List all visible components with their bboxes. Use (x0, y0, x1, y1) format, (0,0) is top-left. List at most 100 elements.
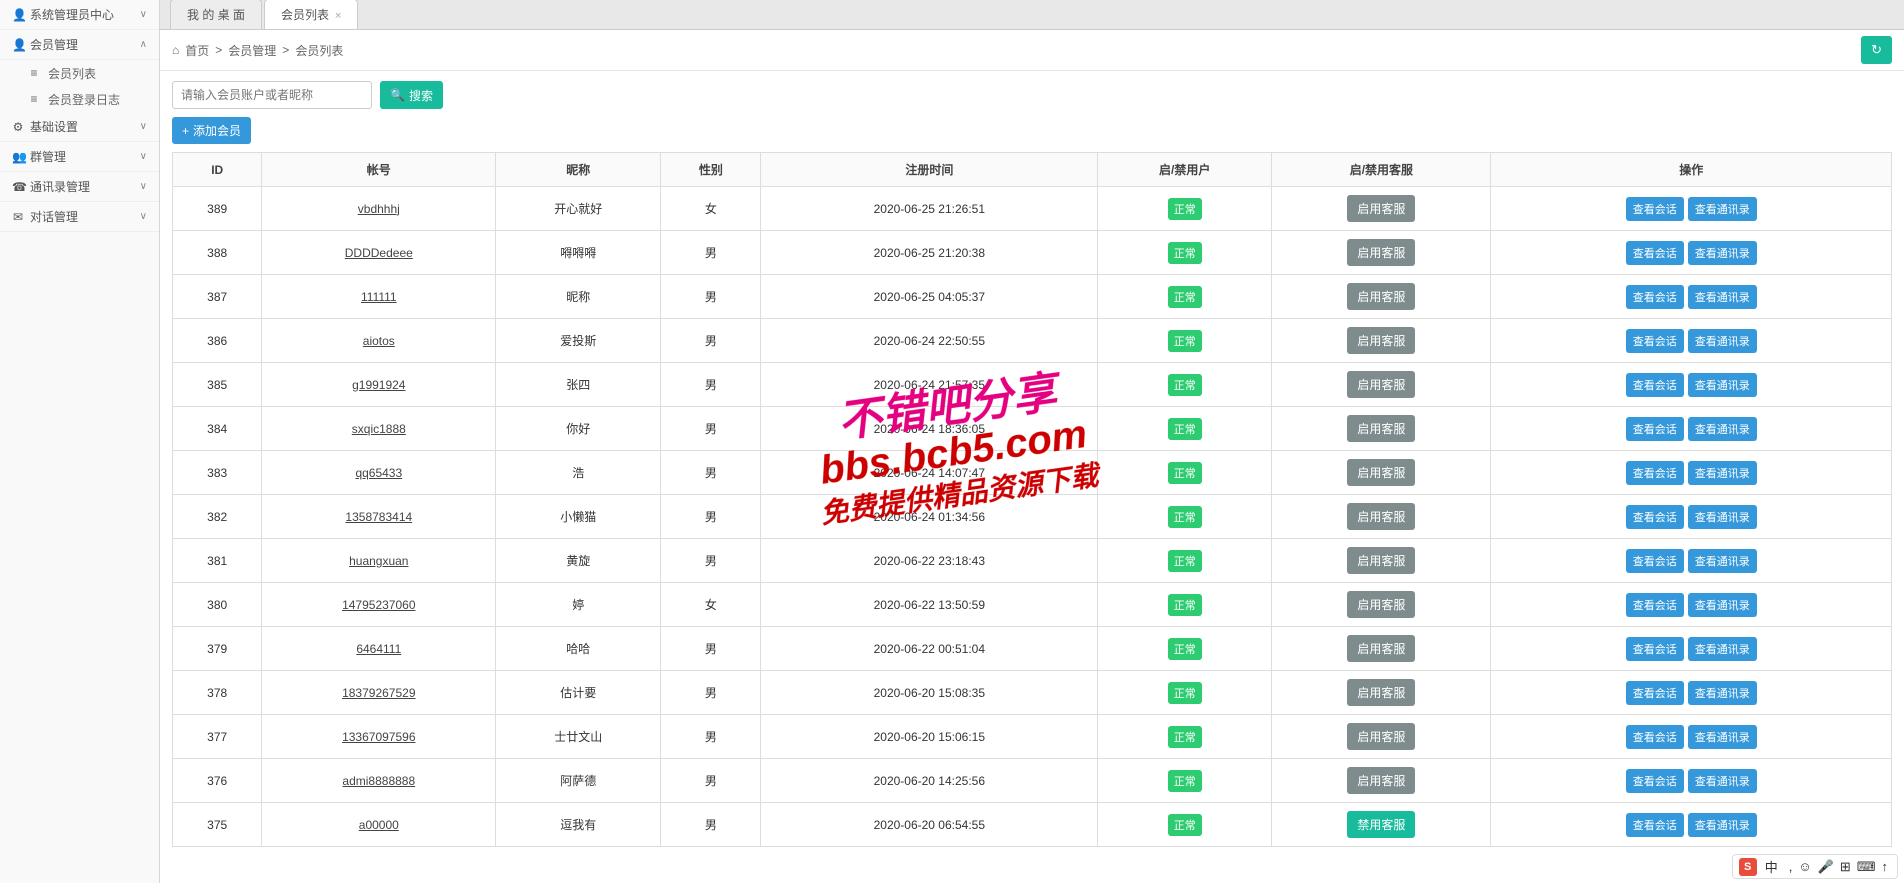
toggle-cs-button[interactable]: 启用客服 (1347, 635, 1415, 662)
view-chat-button[interactable]: 查看会话 (1626, 637, 1684, 661)
view-chat-button[interactable]: 查看会话 (1626, 593, 1684, 617)
ime-toolbar[interactable]: S 中 , ☺ 🎤 ⊞ ⌨ ↑ (1732, 854, 1898, 879)
status-badge[interactable]: 正常 (1168, 594, 1202, 616)
toggle-cs-button[interactable]: 启用客服 (1347, 767, 1415, 794)
view-contacts-button[interactable]: 查看通讯录 (1688, 285, 1757, 309)
view-contacts-button[interactable]: 查看通讯录 (1688, 769, 1757, 793)
sidebar-item-0[interactable]: 👤系统管理员中心∨ (0, 0, 159, 30)
ime-item[interactable]: 🎤 (1818, 859, 1834, 874)
ime-item[interactable]: ☺ (1798, 859, 1811, 874)
view-chat-button[interactable]: 查看会话 (1626, 769, 1684, 793)
view-chat-button[interactable]: 查看会话 (1626, 505, 1684, 529)
breadcrumb-1[interactable]: 会员管理 (228, 42, 276, 59)
toggle-cs-button[interactable]: 启用客服 (1347, 679, 1415, 706)
ime-lang[interactable]: 中 (1765, 857, 1778, 876)
account-link[interactable]: 6464111 (356, 642, 401, 656)
view-contacts-button[interactable]: 查看通讯录 (1688, 681, 1757, 705)
account-link[interactable]: DDDDedeee (345, 246, 413, 260)
account-link[interactable]: 111111 (361, 290, 397, 304)
toggle-cs-button[interactable]: 启用客服 (1347, 195, 1415, 222)
sidebar-sub-1-1[interactable]: ≡会员登录日志 (0, 86, 159, 112)
tab-member-list[interactable]: 会员列表× (264, 0, 358, 29)
view-contacts-button[interactable]: 查看通讯录 (1688, 417, 1757, 441)
toggle-cs-button[interactable]: 启用客服 (1347, 415, 1415, 442)
status-badge[interactable]: 正常 (1168, 418, 1202, 440)
status-badge[interactable]: 正常 (1168, 198, 1202, 220)
view-contacts-button[interactable]: 查看通讯录 (1688, 505, 1757, 529)
toggle-cs-button[interactable]: 启用客服 (1347, 459, 1415, 486)
account-link[interactable]: 18379267529 (342, 686, 415, 700)
account-link[interactable]: sxqic1888 (352, 422, 406, 436)
account-link[interactable]: admi8888888 (342, 774, 415, 788)
ime-brand-icon[interactable]: S (1739, 858, 1757, 876)
search-button[interactable]: 🔍搜索 (380, 81, 443, 109)
view-contacts-button[interactable]: 查看通讯录 (1688, 725, 1757, 749)
view-chat-button[interactable]: 查看会话 (1626, 329, 1684, 353)
sidebar-item-5[interactable]: ✉对话管理∨ (0, 202, 159, 232)
view-contacts-button[interactable]: 查看通讯录 (1688, 637, 1757, 661)
status-badge[interactable]: 正常 (1168, 330, 1202, 352)
ime-item[interactable]: ⌨ (1857, 859, 1876, 874)
sidebar-sub-1-0[interactable]: ≡会员列表 (0, 60, 159, 86)
toggle-cs-button[interactable]: 禁用客服 (1347, 811, 1415, 838)
status-badge[interactable]: 正常 (1168, 682, 1202, 704)
view-chat-button[interactable]: 查看会话 (1626, 461, 1684, 485)
status-badge[interactable]: 正常 (1168, 638, 1202, 660)
toggle-cs-button[interactable]: 启用客服 (1347, 503, 1415, 530)
account-link[interactable]: 1358783414 (345, 510, 412, 524)
breadcrumb-home[interactable]: 首页 (185, 42, 209, 59)
view-contacts-button[interactable]: 查看通讯录 (1688, 461, 1757, 485)
view-contacts-button[interactable]: 查看通讯录 (1688, 373, 1757, 397)
toggle-cs-button[interactable]: 启用客服 (1347, 723, 1415, 750)
add-member-button[interactable]: +添加会员 (172, 117, 251, 144)
toggle-cs-button[interactable]: 启用客服 (1347, 327, 1415, 354)
view-contacts-button[interactable]: 查看通讯录 (1688, 241, 1757, 265)
sidebar-item-4[interactable]: ☎通讯录管理∨ (0, 172, 159, 202)
view-contacts-button[interactable]: 查看通讯录 (1688, 329, 1757, 353)
toggle-cs-button[interactable]: 启用客服 (1347, 371, 1415, 398)
close-icon[interactable]: × (335, 10, 341, 22)
view-chat-button[interactable]: 查看会话 (1626, 549, 1684, 573)
refresh-button[interactable]: ↻ (1861, 36, 1892, 64)
ime-item[interactable]: ⊞ (1840, 859, 1851, 874)
view-contacts-button[interactable]: 查看通讯录 (1688, 549, 1757, 573)
view-contacts-button[interactable]: 查看通讯录 (1688, 813, 1757, 837)
view-chat-button[interactable]: 查看会话 (1626, 417, 1684, 441)
status-badge[interactable]: 正常 (1168, 814, 1202, 836)
status-badge[interactable]: 正常 (1168, 506, 1202, 528)
view-chat-button[interactable]: 查看会话 (1626, 681, 1684, 705)
view-chat-button[interactable]: 查看会话 (1626, 813, 1684, 837)
status-badge[interactable]: 正常 (1168, 726, 1202, 748)
status-badge[interactable]: 正常 (1168, 770, 1202, 792)
status-badge[interactable]: 正常 (1168, 550, 1202, 572)
ime-item[interactable]: ↑ (1882, 859, 1889, 874)
sidebar-item-1[interactable]: 👤会员管理∧ (0, 30, 159, 60)
toggle-cs-button[interactable]: 启用客服 (1347, 239, 1415, 266)
status-badge[interactable]: 正常 (1168, 286, 1202, 308)
toggle-cs-button[interactable]: 启用客服 (1347, 547, 1415, 574)
account-link[interactable]: vbdhhhj (358, 202, 400, 216)
status-badge[interactable]: 正常 (1168, 242, 1202, 264)
account-link[interactable]: 13367097596 (342, 730, 415, 744)
status-badge[interactable]: 正常 (1168, 374, 1202, 396)
view-chat-button[interactable]: 查看会话 (1626, 241, 1684, 265)
account-link[interactable]: 14795237060 (342, 598, 415, 612)
view-chat-button[interactable]: 查看会话 (1626, 725, 1684, 749)
search-input[interactable] (172, 81, 372, 109)
account-link[interactable]: aiotos (363, 334, 395, 348)
view-chat-button[interactable]: 查看会话 (1626, 285, 1684, 309)
account-link[interactable]: a00000 (359, 818, 399, 832)
sidebar-item-2[interactable]: ⚙基础设置∨ (0, 112, 159, 142)
toggle-cs-button[interactable]: 启用客服 (1347, 591, 1415, 618)
sidebar-item-3[interactable]: 👥群管理∨ (0, 142, 159, 172)
view-contacts-button[interactable]: 查看通讯录 (1688, 197, 1757, 221)
status-badge[interactable]: 正常 (1168, 462, 1202, 484)
ime-item[interactable]: , (1789, 859, 1793, 874)
toggle-cs-button[interactable]: 启用客服 (1347, 283, 1415, 310)
view-chat-button[interactable]: 查看会话 (1626, 197, 1684, 221)
tab-desktop[interactable]: 我 的 桌 面 (170, 0, 262, 29)
account-link[interactable]: huangxuan (349, 554, 408, 568)
account-link[interactable]: g1991924 (352, 378, 405, 392)
view-chat-button[interactable]: 查看会话 (1626, 373, 1684, 397)
view-contacts-button[interactable]: 查看通讯录 (1688, 593, 1757, 617)
